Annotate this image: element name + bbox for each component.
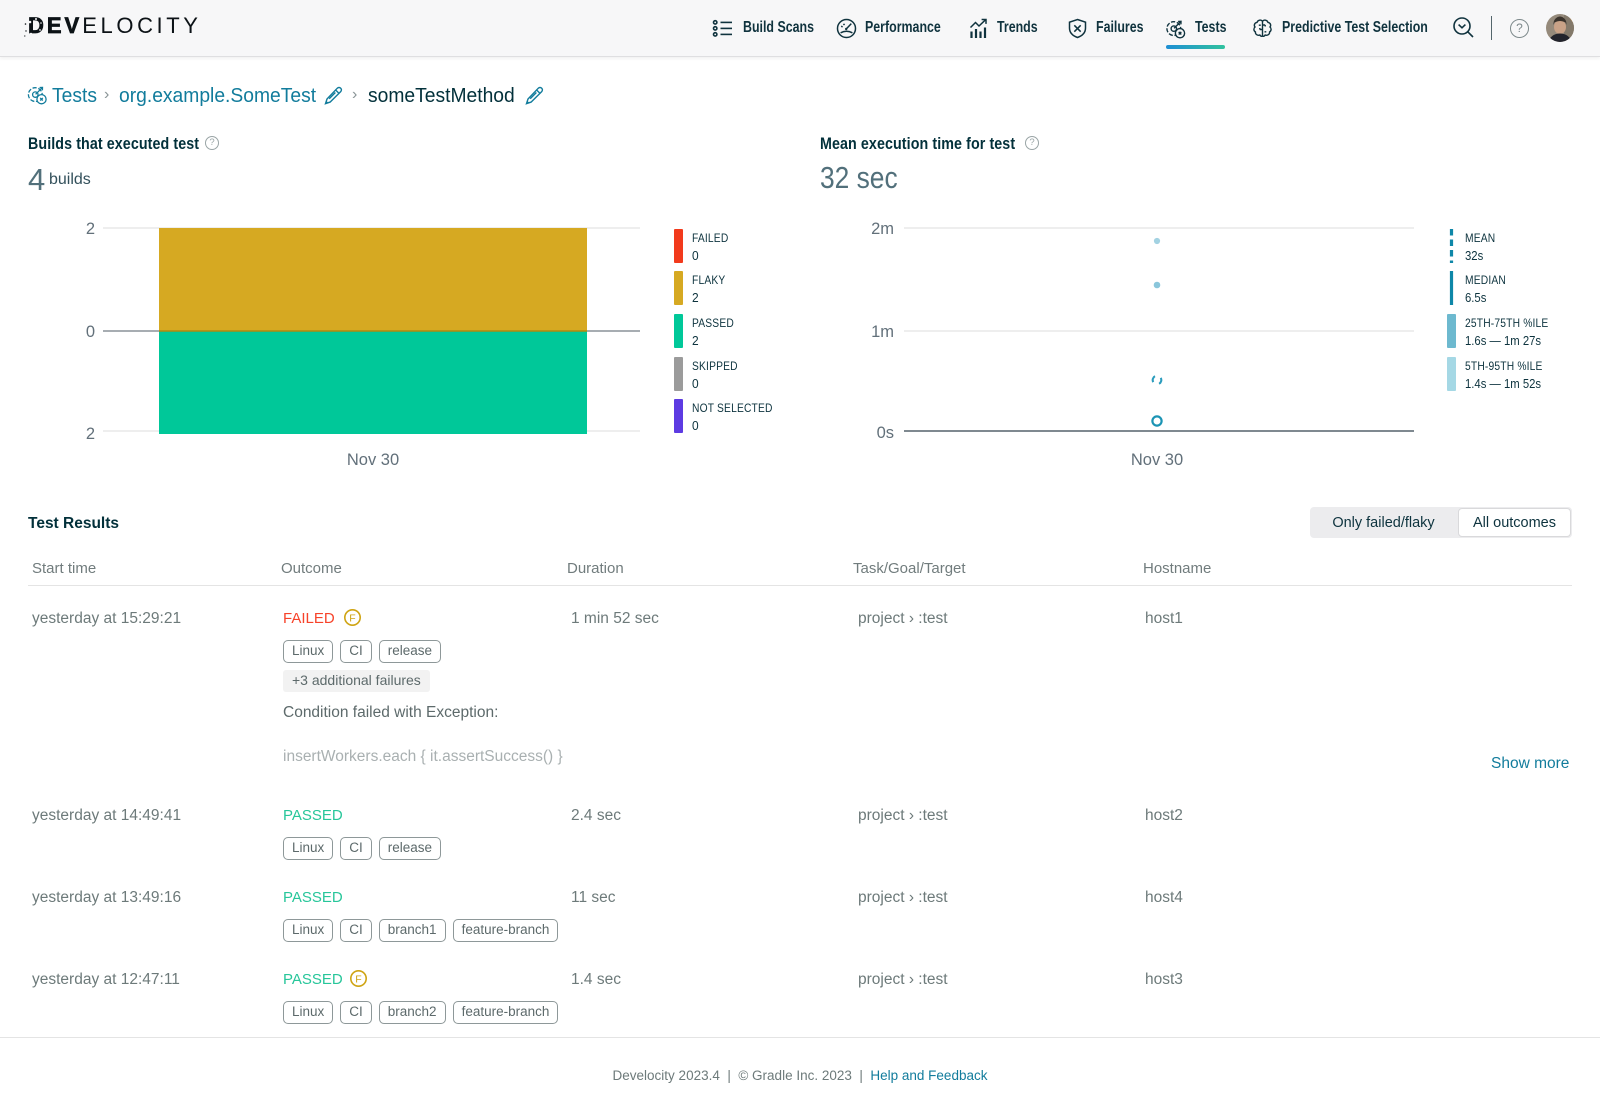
svg-text:2: 2: [86, 425, 95, 443]
svg-text:0: 0: [86, 323, 95, 341]
svg-text:F: F: [349, 612, 355, 624]
svg-text:Nov 30: Nov 30: [1131, 451, 1183, 469]
svg-text:0s: 0s: [877, 424, 894, 442]
svg-text:2: 2: [86, 220, 95, 238]
svg-text:1m: 1m: [871, 323, 894, 341]
svg-text:F: F: [355, 973, 361, 985]
svg-text:Nov 30: Nov 30: [347, 451, 399, 469]
svg-text:2m: 2m: [871, 220, 894, 238]
